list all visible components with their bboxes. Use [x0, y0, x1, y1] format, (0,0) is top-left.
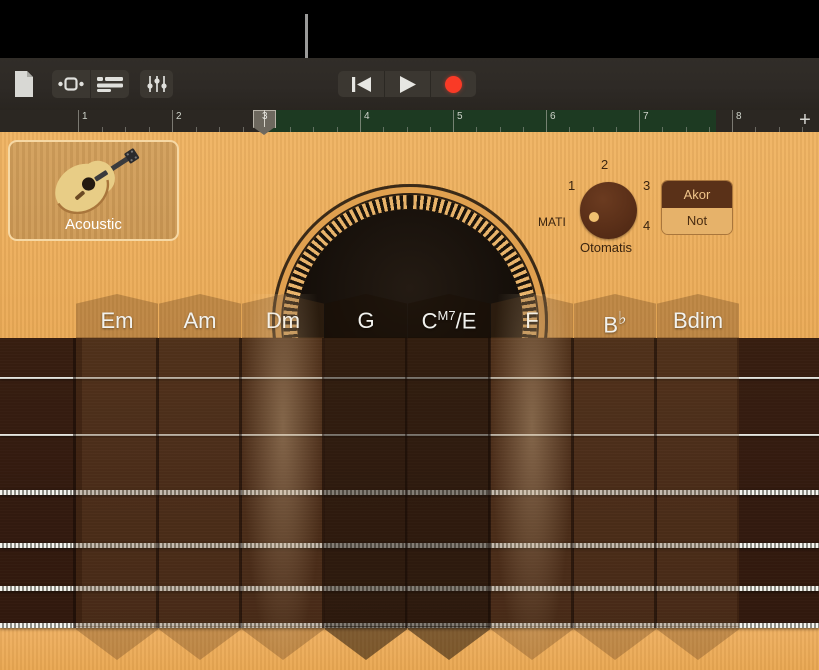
callout-line	[305, 14, 308, 58]
ruler-bar-number: 2	[172, 111, 182, 122]
chord-foot	[76, 626, 158, 660]
chord-foot	[491, 626, 573, 660]
chord-strip-b[interactable]: B♭	[574, 294, 656, 670]
fretboard-shade-left	[0, 338, 82, 628]
add-track-button[interactable]: +	[795, 111, 815, 131]
play-button[interactable]	[384, 71, 430, 97]
column-divider	[654, 338, 657, 628]
instrument-tile[interactable]: Acoustic	[8, 140, 179, 241]
document-icon[interactable]	[12, 70, 36, 98]
autoplay-pos-2[interactable]: 2	[601, 157, 608, 172]
chord-foot	[325, 626, 407, 660]
chord-label: G	[325, 308, 407, 334]
autoplay-pos-4[interactable]: 4	[643, 218, 650, 233]
column-divider	[322, 338, 325, 628]
view-segmented-control[interactable]	[52, 70, 129, 98]
autoplay-knob[interactable]	[580, 182, 637, 239]
chord-strip-g[interactable]: G	[325, 294, 407, 670]
knob-indicator-dot	[589, 212, 599, 222]
chord-foot	[657, 626, 739, 660]
acoustic-guitar-icon	[36, 148, 154, 214]
playhead-bar-number: 3	[262, 111, 268, 122]
chord-label: Am	[159, 308, 241, 334]
playhead-tip	[253, 127, 275, 135]
record-button[interactable]	[430, 71, 476, 97]
ruler-bar-number: 8	[732, 111, 742, 122]
loop-browser-icon[interactable]	[52, 70, 90, 98]
chord-body	[242, 337, 324, 627]
chord-foot	[242, 626, 324, 660]
autoplay-off-label[interactable]: MATI	[538, 215, 566, 229]
autoplay-control[interactable]: 2 1 3 4 MATI Otomatis	[538, 157, 678, 257]
track-list-icon[interactable]	[91, 70, 129, 98]
chord-label: Bdim	[657, 308, 739, 334]
column-divider	[405, 338, 408, 628]
ruler-bar-number: 4	[360, 111, 370, 122]
instrument-name: Acoustic	[10, 216, 177, 233]
chord-strip-am[interactable]: Am	[159, 294, 241, 670]
chord-strip-em[interactable]: Em	[76, 294, 158, 670]
chord-body	[657, 337, 739, 627]
mode-chords-button[interactable]: Akor	[662, 181, 732, 208]
autoplay-pos-1[interactable]: 1	[568, 178, 575, 193]
chord-strip-f[interactable]: F	[491, 294, 573, 670]
chord-foot	[159, 626, 241, 660]
autoplay-pos-3[interactable]: 3	[643, 178, 650, 193]
column-divider	[571, 338, 574, 628]
record-dot-icon	[445, 76, 462, 93]
chord-body	[491, 337, 573, 627]
column-divider	[73, 338, 76, 628]
chord-body	[408, 337, 490, 627]
mode-toggle[interactable]: Akor Not	[661, 180, 733, 235]
chord-foot	[408, 626, 490, 660]
chord-label: B♭	[574, 308, 656, 338]
mixer-sliders-icon[interactable]	[140, 70, 173, 98]
ruler-bar-number: 1	[78, 111, 88, 122]
autoplay-label: Otomatis	[580, 240, 632, 255]
column-divider	[488, 338, 491, 628]
garageband-guitar-window: ? 1 2 3 4 5 6 7 8 + 3	[0, 0, 819, 670]
transport-controls	[338, 71, 476, 97]
ruler-bar-number: 6	[546, 111, 556, 122]
chord-label: Dm	[242, 308, 324, 334]
chord-strip-dm[interactable]: Dm	[242, 294, 324, 670]
chord-label: Em	[76, 308, 158, 334]
timeline-ruler[interactable]: 1 2 3 4 5 6 7 8 +	[0, 110, 819, 132]
column-divider	[156, 338, 159, 628]
ruler-left-pad	[0, 110, 78, 132]
ruler-bar-number: 7	[639, 111, 649, 122]
chord-body	[159, 337, 241, 627]
toolbar: ?	[0, 58, 819, 110]
rewind-button[interactable]	[338, 71, 384, 97]
chord-body	[76, 337, 158, 627]
chord-strip-bdim[interactable]: Bdim	[657, 294, 739, 670]
playhead[interactable]: 3	[253, 110, 276, 134]
fretboard-area[interactable]: EmAmDmGCM7/EFB♭Bdim	[0, 338, 819, 670]
chord-body	[574, 337, 656, 627]
chord-label: F	[491, 308, 573, 334]
callout-strip	[0, 0, 819, 58]
ruler-bar-number: 5	[453, 111, 463, 122]
fretboard-shade-right	[737, 338, 819, 628]
guitar-instrument-view[interactable]: Acoustic 2 1 3 4 MATI Otomatis Akor Not	[0, 132, 819, 670]
chord-foot	[574, 626, 656, 660]
chord-body	[325, 337, 407, 627]
column-divider	[239, 338, 242, 628]
chord-label: CM7/E	[408, 308, 490, 334]
mode-notes-button[interactable]: Not	[662, 208, 732, 235]
chord-strip-c[interactable]: CM7/E	[408, 294, 490, 670]
